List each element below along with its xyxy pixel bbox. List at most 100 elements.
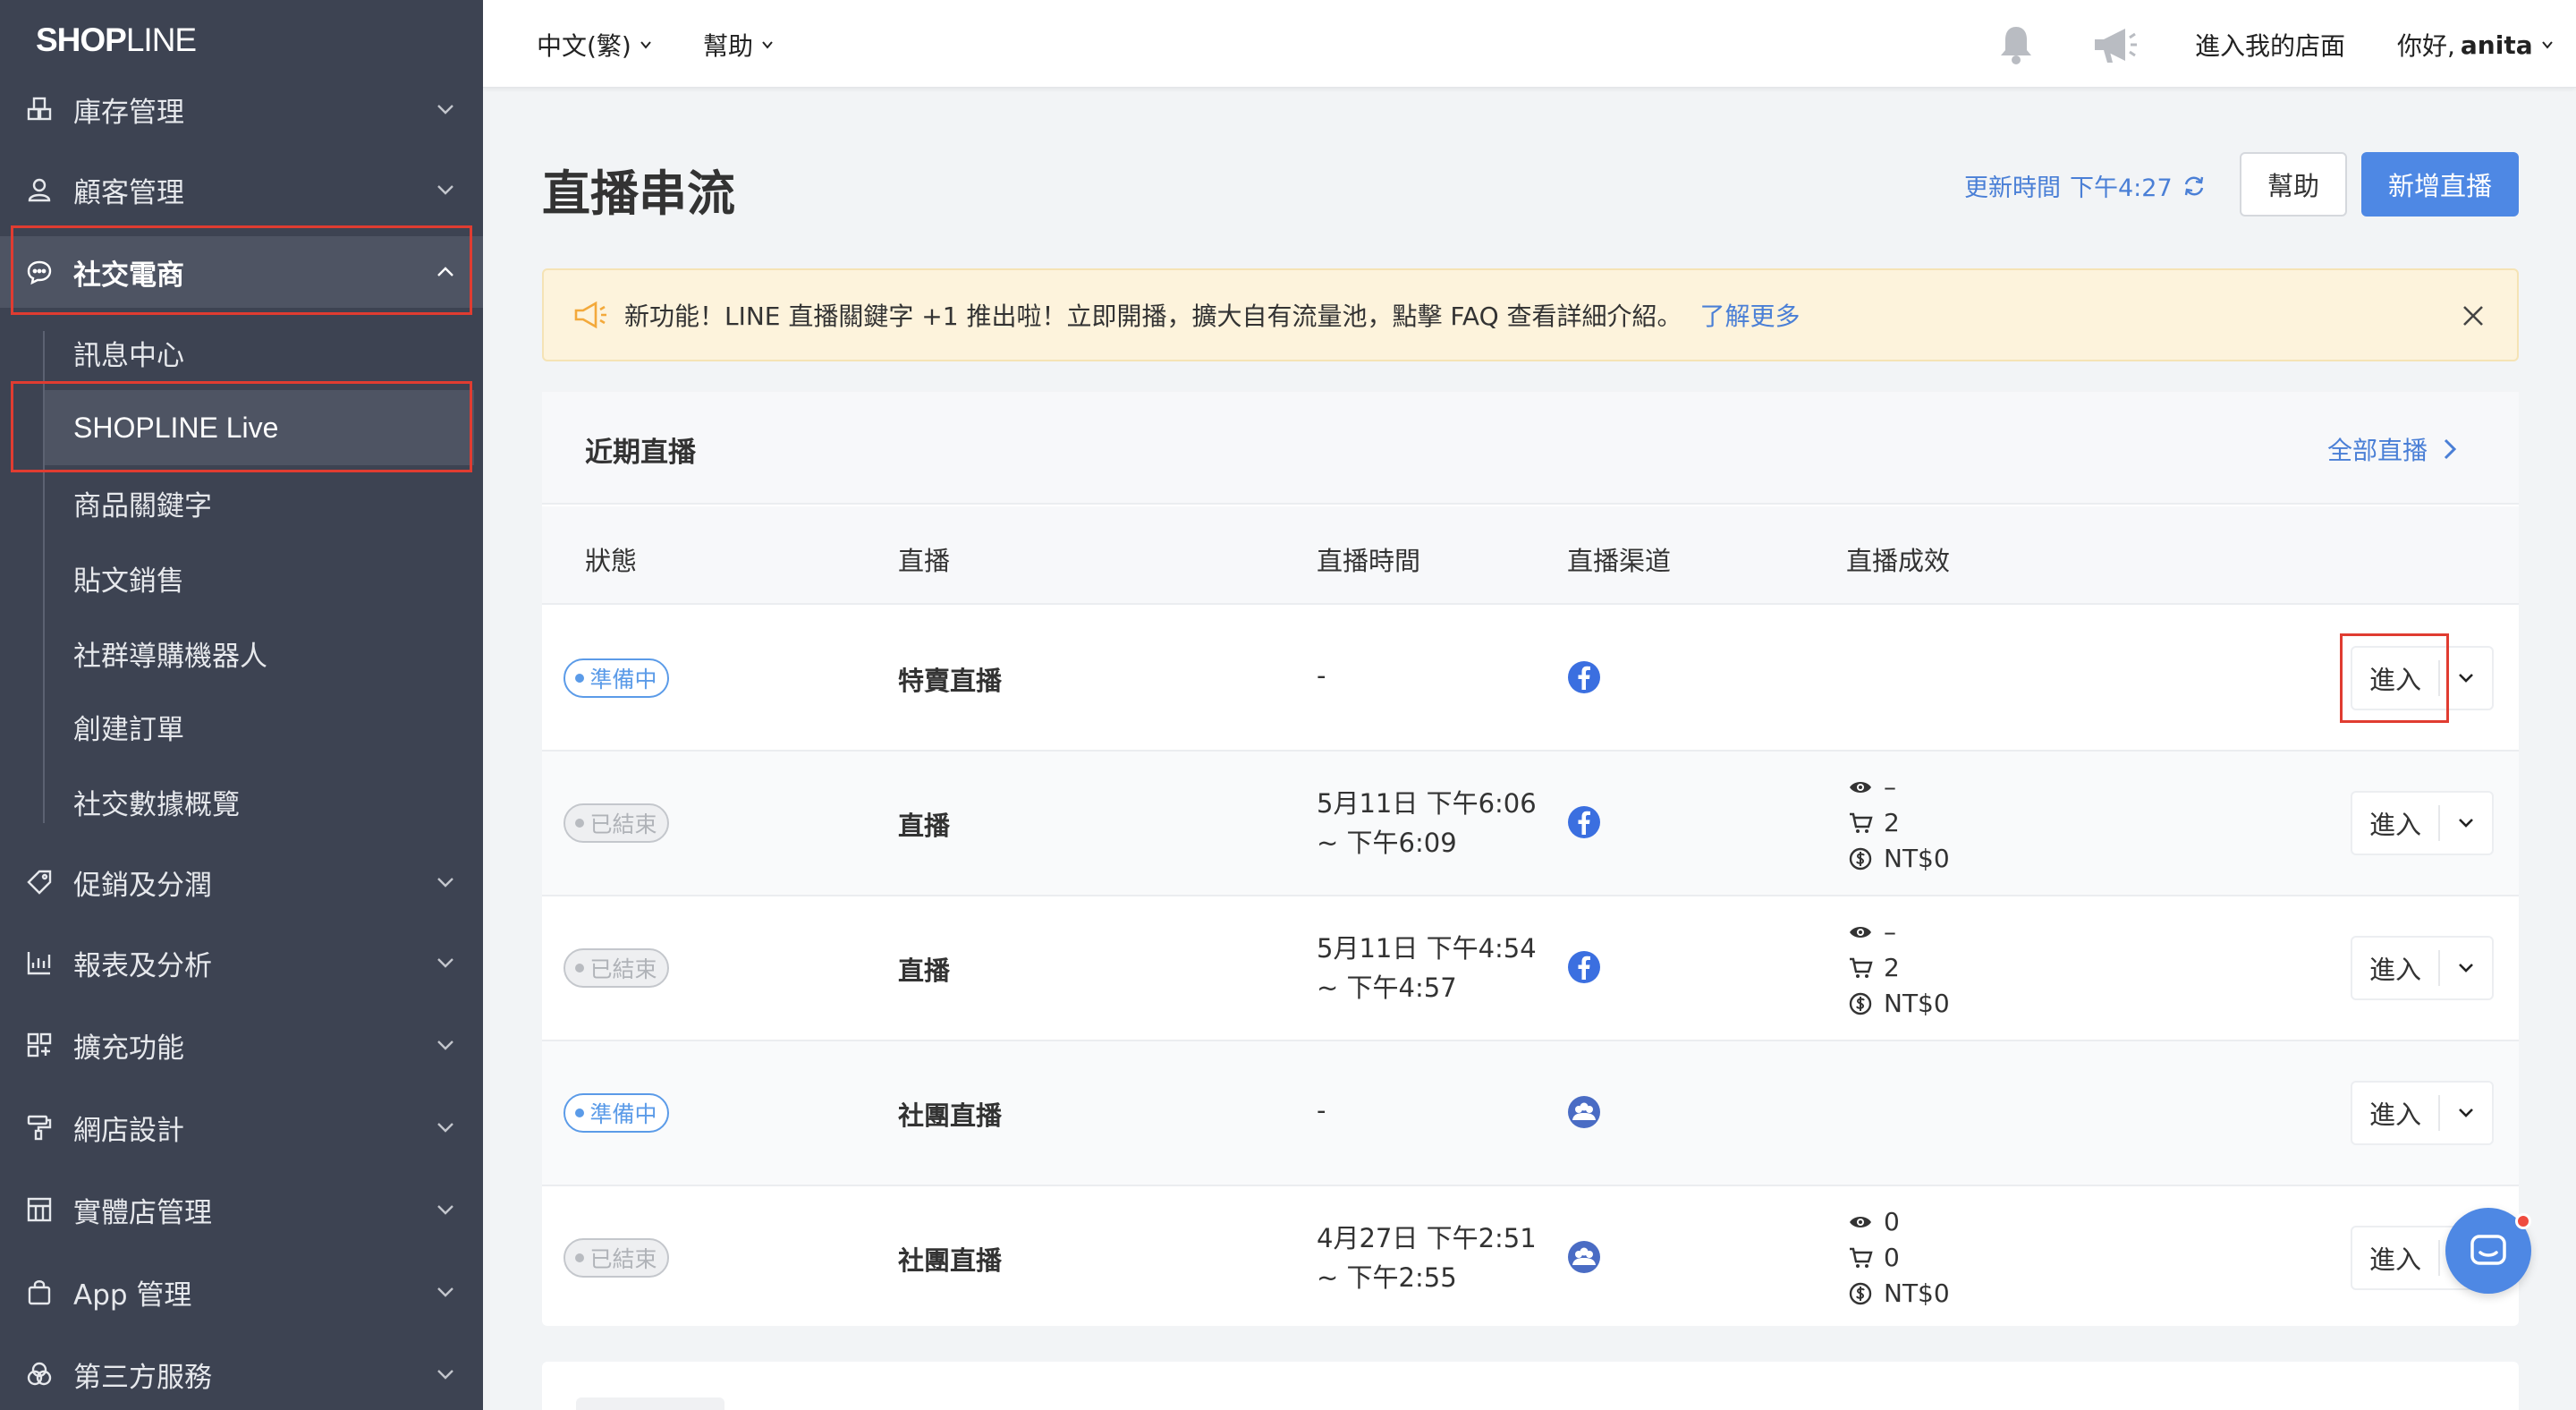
end-time: ~ 下午2:55 <box>1317 1262 1457 1293</box>
nav-label: 擴充功能 <box>73 1032 184 1065</box>
placeholder-block <box>576 1397 724 1410</box>
enter-button-group: 進入 <box>2351 1081 2494 1145</box>
status-label: 已結束 <box>589 811 657 837</box>
status-badge: 準備中 <box>564 658 669 698</box>
sub-label: 商品關鍵字 <box>73 489 212 522</box>
megaphone-icon[interactable] <box>2089 23 2138 70</box>
chevron-down-icon <box>437 1041 453 1050</box>
enter-button[interactable]: 進入 <box>2352 804 2438 842</box>
cart-icon <box>1850 1247 1873 1268</box>
nav-inventory[interactable]: 庫存管理 <box>0 73 483 145</box>
refresh-control[interactable]: 更新時間 下午4:27 <box>1964 168 2207 203</box>
chevron-down-icon <box>762 41 773 49</box>
sub-message-center[interactable]: 訊息中心 <box>45 315 474 390</box>
chevron-down-icon <box>2459 1108 2473 1117</box>
sub-social-overview[interactable]: 社交數據概覽 <box>45 764 474 839</box>
new-live-button[interactable]: 新增直播 <box>2361 152 2519 217</box>
chevron-down-icon <box>437 185 453 195</box>
view-all-link[interactable]: 全部直播 <box>2327 431 2458 467</box>
eye-icon <box>1850 927 1871 938</box>
language-selector[interactable]: 中文(繁) <box>537 27 653 63</box>
nav-promotions[interactable]: 促銷及分潤 <box>0 846 483 918</box>
live-name: 特賣直播 <box>898 666 1003 696</box>
user-menu[interactable]: 你好, anita <box>2397 27 2555 63</box>
card-header: 近期直播 全部直播 <box>542 392 2519 505</box>
live-time: 5月11日 下午4:54 ~ 下午4:57 <box>1317 929 1537 1007</box>
group-icon <box>1568 1096 1600 1128</box>
end-time: ~ 下午6:09 <box>1317 828 1457 858</box>
chevron-down-icon <box>2541 41 2553 49</box>
apps-icon <box>23 1029 55 1061</box>
greeting-label: 你好, <box>2397 31 2455 61</box>
table-row: 已結束 直播 5月11日 下午4:54 ~ 下午4:57 – 2 NT$0 進入 <box>542 896 2519 1041</box>
status-badge: 已結束 <box>564 1238 669 1278</box>
next-card <box>542 1362 2519 1410</box>
cart-icon <box>1850 812 1873 833</box>
sidebar: SHOPLINE 庫存管理 顧客管理 社交電商 訊息中心 SHOPLINE Li… <box>0 0 483 1410</box>
chevron-down-icon <box>437 105 453 115</box>
views-value: – <box>1884 917 1896 947</box>
sub-product-keywords[interactable]: 商品關鍵字 <box>45 465 474 540</box>
table-row: 已結束 直播 5月11日 下午6:06 ~ 下午6:09 – 2 NT$0 進入 <box>542 752 2519 896</box>
highlight-box <box>11 225 472 315</box>
end-time: ~ 下午4:57 <box>1317 973 1457 1003</box>
sales-value: NT$0 <box>1884 989 1950 1018</box>
carts-value: 0 <box>1884 1243 1900 1272</box>
nav-customers[interactable]: 顧客管理 <box>0 154 483 225</box>
start-time: 5月11日 下午4:54 <box>1317 933 1537 964</box>
enter-button[interactable]: 進入 <box>2352 1239 2438 1277</box>
chevron-down-icon <box>437 1370 453 1380</box>
help-menu[interactable]: 幫助 <box>703 27 775 63</box>
chevron-down-icon <box>2459 819 2473 828</box>
header-channel: 直播渠道 <box>1567 546 1672 576</box>
enter-button[interactable]: 進入 <box>2352 949 2438 987</box>
live-time: - <box>1317 660 1326 691</box>
table-row: 準備中 社團直播 - 進入 <box>542 1041 2519 1186</box>
header-time: 直播時間 <box>1317 546 1421 576</box>
highlight-box <box>11 381 472 472</box>
username: anita <box>2460 30 2533 60</box>
chevron-down-icon <box>437 1123 453 1133</box>
nav-extensions[interactable]: 擴充功能 <box>0 1009 483 1081</box>
chevron-down-icon <box>640 41 651 49</box>
more-dropdown[interactable] <box>2440 818 2492 828</box>
dollar-icon <box>1849 847 1872 871</box>
bell-icon[interactable] <box>1995 23 2038 70</box>
update-label: 更新時間 <box>1964 174 2061 202</box>
sub-post-sales[interactable]: 貼文銷售 <box>45 540 474 616</box>
close-icon[interactable] <box>2460 302 2487 329</box>
views-value: 0 <box>1884 1207 1900 1236</box>
header-live: 直播 <box>898 546 951 576</box>
recent-lives-card: 近期直播 全部直播 狀態 直播 直播時間 直播渠道 直播成效 準備中 特賣直播 … <box>542 392 2519 1326</box>
header-performance: 直播成效 <box>1846 546 1951 576</box>
nav-label: 報表及分析 <box>73 949 212 982</box>
help-button[interactable]: 幫助 <box>2240 152 2347 217</box>
dollar-icon <box>1849 1282 1872 1305</box>
nav-store-design[interactable]: 網店設計 <box>0 1091 483 1163</box>
table-row: 準備中 特賣直播 - 進入 <box>542 607 2519 752</box>
sub-social-bot[interactable]: 社群導購機器人 <box>45 616 474 691</box>
enter-button[interactable]: 進入 <box>2352 1094 2438 1132</box>
performance-stats: – 2 NT$0 <box>1848 769 1950 877</box>
sub-create-order[interactable]: 創建訂單 <box>45 689 474 764</box>
nav-third-party[interactable]: 第三方服務 <box>0 1338 483 1410</box>
more-dropdown[interactable] <box>2440 1108 2492 1118</box>
status-label: 準備中 <box>589 1101 657 1127</box>
nav-retail-store[interactable]: 實體店管理 <box>0 1174 483 1245</box>
nav-app-management[interactable]: App 管理 <box>0 1256 483 1328</box>
chevron-down-icon <box>2459 674 2473 683</box>
enter-store-link[interactable]: 進入我的店面 <box>2195 27 2345 63</box>
live-name: 社團直播 <box>898 1245 1003 1276</box>
sub-label: 社交數據概覽 <box>73 788 240 821</box>
nav-label: 促銷及分潤 <box>73 869 212 902</box>
status-label: 已結束 <box>589 1246 657 1272</box>
more-dropdown[interactable] <box>2440 963 2492 973</box>
tag-icon <box>23 866 55 898</box>
learn-more-link[interactable]: 了解更多 <box>1700 297 1801 333</box>
nav-reports[interactable]: 報表及分析 <box>0 927 483 998</box>
chart-icon <box>23 947 55 979</box>
nav-label: 第三方服務 <box>73 1361 212 1394</box>
shopline-logo[interactable]: SHOPLINE <box>36 21 197 63</box>
facebook-icon <box>1568 661 1600 693</box>
sales-value: NT$0 <box>1884 844 1950 873</box>
